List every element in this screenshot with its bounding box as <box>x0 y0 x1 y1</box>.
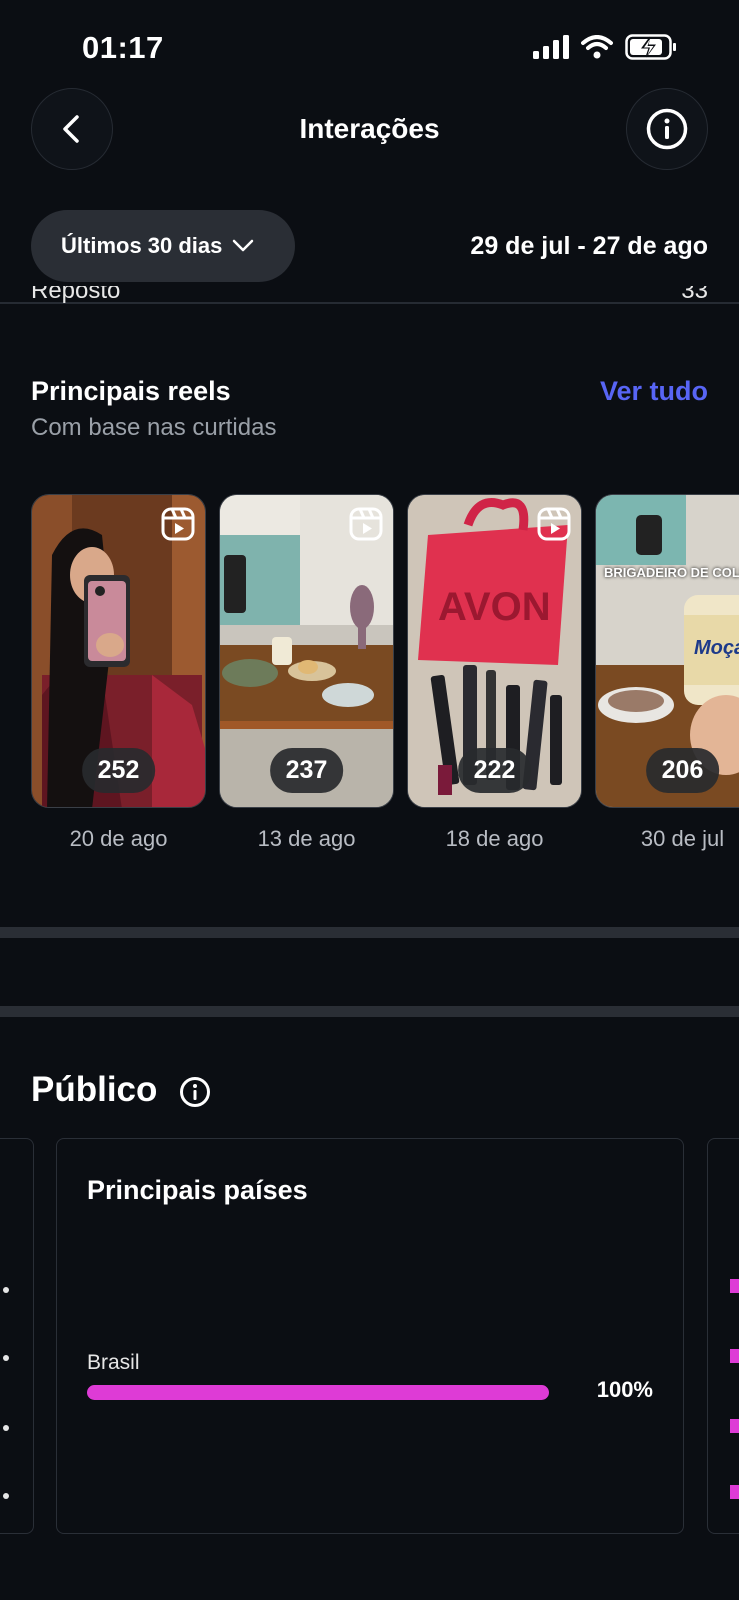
reel-icon <box>349 507 383 541</box>
country-value: 100% <box>596 1377 653 1402</box>
reel-product-text: Moça <box>694 637 739 659</box>
previous-row-label: Repostó <box>31 286 121 304</box>
bullet-dot <box>3 1425 9 1431</box>
bar-mark <box>730 1279 739 1293</box>
info-icon[interactable] <box>179 1076 211 1108</box>
status-time: 01:17 <box>82 30 164 65</box>
info-icon <box>646 108 688 150</box>
reel-date: 18 de ago <box>445 826 544 851</box>
top-reels-subtitle: Com base nas curtidas <box>31 414 277 441</box>
bar-mark <box>730 1419 739 1433</box>
reel-thumbnail[interactable]: BRIGADEIRO DE COLH Moça 206 <box>595 494 739 808</box>
country-bar-fill <box>87 1385 549 1400</box>
bar-mark <box>730 1485 739 1499</box>
see-all-link[interactable]: Ver tudo <box>600 376 708 407</box>
country-label: Brasil <box>87 1351 140 1374</box>
previous-row-value: 33 <box>681 286 708 304</box>
reel-item[interactable]: AVON 222 18 de ago <box>407 494 582 852</box>
reel-likes-count: 237 <box>269 748 344 793</box>
bullet-dot <box>3 1493 9 1499</box>
date-range-text: 29 de jul - 27 de ago <box>470 232 708 260</box>
reel-icon <box>537 507 571 541</box>
section-separator <box>0 1006 739 1017</box>
audience-card-next[interactable] <box>707 1138 739 1534</box>
wifi-icon <box>581 35 613 59</box>
date-range-label: Últimos 30 dias <box>61 233 223 258</box>
reel-likes-count: 206 <box>645 748 720 793</box>
audience-title: Público <box>31 1070 158 1109</box>
reel-date: 13 de ago <box>257 826 356 851</box>
status-icons <box>533 34 677 60</box>
reel-likes-count: 222 <box>457 748 532 793</box>
date-range-dropdown[interactable]: Últimos 30 dias <box>31 210 295 282</box>
reel-item[interactable]: BRIGADEIRO DE COLH Moça 206 30 de jul <box>595 494 739 852</box>
status-bar: 01:17 <box>0 0 739 90</box>
info-button[interactable] <box>626 88 708 170</box>
signal-icon <box>533 35 569 59</box>
header: Interações <box>0 88 739 174</box>
reel-overlay-text: BRIGADEIRO DE COLH <box>604 565 739 580</box>
country-bar-track <box>87 1385 549 1400</box>
reel-icon <box>161 507 195 541</box>
reel-thumbnail[interactable]: AVON 222 <box>407 494 582 808</box>
reel-thumbnail[interactable]: 237 <box>219 494 394 808</box>
reels-carousel[interactable]: 252 20 de ago 237 13 de ago AVON 222 18 … <box>31 494 739 854</box>
section-separator <box>0 927 739 938</box>
chevron-down-icon <box>233 239 254 252</box>
audience-card-previous[interactable] <box>0 1138 34 1534</box>
bullet-dot <box>3 1355 9 1361</box>
reel-likes-count: 252 <box>81 748 156 793</box>
reel-item[interactable]: 237 13 de ago <box>219 494 394 852</box>
svg-text:AVON: AVON <box>438 585 551 629</box>
battery-icon <box>625 34 676 60</box>
top-reels-title: Principais reels <box>31 376 231 406</box>
reel-thumbnail[interactable]: 252 <box>31 494 206 808</box>
reel-date: 20 de ago <box>69 826 168 851</box>
bullet-dot <box>3 1287 9 1293</box>
reel-item[interactable]: 252 20 de ago <box>31 494 206 852</box>
reel-date: 30 de jul <box>640 826 725 851</box>
top-countries-card[interactable]: Principais países Brasil 100% <box>56 1138 684 1534</box>
top-countries-title: Principais países <box>87 1175 308 1205</box>
bar-mark <box>730 1349 739 1363</box>
date-range-row: Últimos 30 dias 29 de jul - 27 de ago <box>0 210 739 282</box>
